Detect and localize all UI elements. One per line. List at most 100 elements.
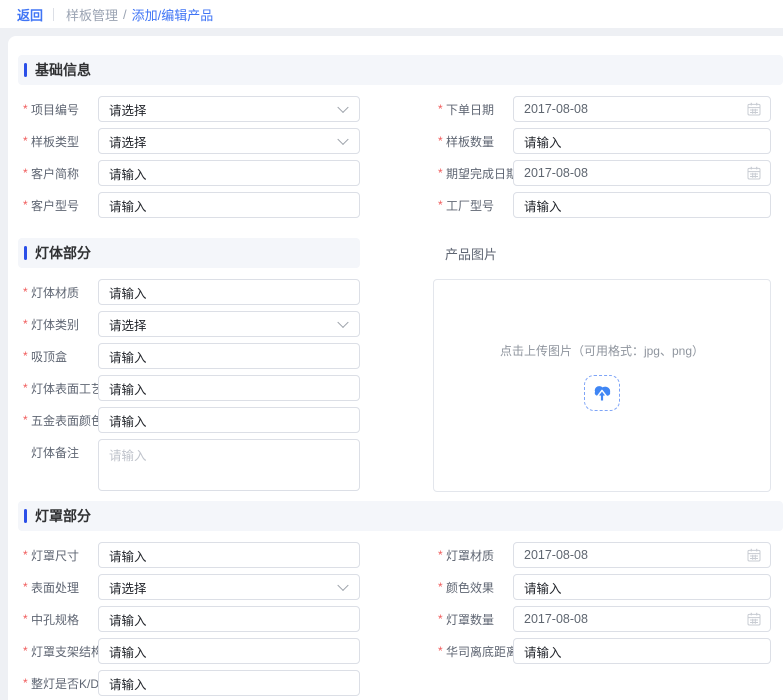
surface-treatment-field: * 表面处理 请选择	[18, 574, 360, 600]
project-code-label: * 项目编号	[18, 101, 98, 118]
shade-bracket-structure-input[interactable]: 请输入	[98, 638, 360, 664]
input-value: 请输入	[109, 350, 147, 365]
body-surface-process-input[interactable]: 请输入	[98, 375, 360, 401]
chevron-down-icon	[337, 579, 349, 592]
factory-model-field: * 工厂型号 请输入	[433, 192, 771, 218]
section-accent-bar	[24, 63, 27, 77]
hardware-surface-color-label: * 五金表面颜色	[18, 412, 103, 429]
section-accent-bar	[24, 509, 27, 523]
factory-model-label: * 工厂型号	[433, 197, 513, 214]
project-code-select[interactable]: 请选择	[98, 96, 360, 122]
expected-finish-date-label: * 期望完成日期	[433, 165, 518, 182]
surface-treatment-label: * 表面处理	[18, 579, 98, 596]
label-text: 客户型号	[31, 198, 80, 213]
body-material-input[interactable]: 请输入	[98, 279, 360, 305]
section-header-basic-info: 基础信息	[18, 55, 783, 85]
factory-model-input[interactable]: 请输入	[513, 192, 771, 218]
center-hole-spec-field: * 中孔规格 请输入	[18, 606, 360, 632]
washer-bottom-distance-label: * 华司离底距离	[433, 643, 518, 660]
shade-left-column: * 灯罩尺寸 请输入 * 表面处理 请选择 * 中孔规格 请输入 * 灯罩支架结…	[18, 542, 360, 700]
body-surface-process-field: * 灯体表面工艺 请输入	[18, 375, 360, 401]
required-asterisk: *	[438, 612, 443, 626]
product-image-upload[interactable]: 点击上传图片（可用格式：jpg、png）	[433, 279, 771, 492]
required-asterisk: *	[23, 102, 28, 116]
date-value: 2017-08-08	[524, 166, 588, 180]
sample-quantity-input[interactable]: 请输入	[513, 128, 771, 154]
sample-quantity-field: * 样板数量 请输入	[433, 128, 771, 154]
whole-lamp-kd-label: * 整灯是否K/D	[18, 675, 99, 692]
body-remark-label: 灯体备注	[18, 439, 98, 465]
shade-size-label: * 灯罩尺寸	[18, 547, 98, 564]
section-shade-body: * 灯罩尺寸 请输入 * 表面处理 请选择 * 中孔规格 请输入 * 灯罩支架结…	[18, 542, 771, 700]
label-text: 灯罩数量	[446, 612, 495, 627]
body-category-select[interactable]: 请选择	[98, 311, 360, 337]
top-bar: 返回 样板管理 / 添加/编辑产品	[0, 0, 783, 28]
label-text: 灯罩尺寸	[31, 548, 80, 563]
upload-button[interactable]	[584, 375, 620, 411]
breadcrumb-parent[interactable]: 样板管理	[66, 5, 118, 24]
customer-model-input[interactable]: 请输入	[98, 192, 360, 218]
select-value: 请选择	[109, 135, 147, 150]
color-effect-input[interactable]: 请输入	[513, 574, 771, 600]
shade-material-picker[interactable]: 2017-08-08	[513, 542, 771, 568]
label-text: 项目编号	[31, 102, 80, 117]
order-date-picker[interactable]: 2017-08-08	[513, 96, 771, 122]
shade-size-input[interactable]: 请输入	[98, 542, 360, 568]
back-button[interactable]: 返回	[17, 5, 43, 24]
required-asterisk: *	[438, 166, 443, 180]
label-text: 表面处理	[31, 580, 80, 595]
input-value: 请输入	[524, 199, 562, 214]
breadcrumb-separator: /	[123, 6, 127, 22]
required-asterisk: *	[23, 349, 28, 363]
shade-material-field: * 灯罩材质 2017-08-08	[433, 542, 771, 568]
hardware-surface-color-input[interactable]: 请输入	[98, 407, 360, 433]
label-text: 颜色效果	[446, 580, 495, 595]
sample-type-field: * 样板类型 请选择	[18, 128, 360, 154]
shade-size-field: * 灯罩尺寸 请输入	[18, 542, 360, 568]
washer-bottom-distance-input[interactable]: 请输入	[513, 638, 771, 664]
breadcrumb-current: 添加/编辑产品	[131, 7, 214, 23]
body-remark-field: 灯体备注 请输入	[18, 439, 360, 491]
customer-short-name-input[interactable]: 请输入	[98, 160, 360, 186]
label-text: 样板数量	[446, 134, 495, 149]
sample-type-label: * 样板类型	[18, 133, 98, 150]
input-value: 请输入	[109, 549, 147, 564]
ceiling-box-input[interactable]: 请输入	[98, 343, 360, 369]
input-value: 请输入	[109, 613, 147, 628]
upload-hint-text: 点击上传图片（可用格式：jpg、png）	[499, 344, 705, 358]
shade-quantity-picker[interactable]: 2017-08-08	[513, 606, 771, 632]
breadcrumb: 样板管理 / 添加/编辑产品	[66, 5, 213, 24]
whole-lamp-kd-input[interactable]: 请输入	[98, 670, 360, 696]
required-asterisk: *	[438, 580, 443, 594]
label-text: 中孔规格	[31, 612, 80, 627]
body-remark-textarea[interactable]: 请输入	[98, 439, 360, 491]
lamp-body-left-column: 灯体部分 * 灯体材质 请输入 * 灯体类别 请选择 * 吸顶盒 请输入 * 灯…	[18, 238, 360, 497]
order-date-field: * 下单日期 2017-08-08	[433, 96, 771, 122]
surface-treatment-select[interactable]: 请选择	[98, 574, 360, 600]
color-effect-label: * 颜色效果	[433, 579, 513, 596]
sample-type-select[interactable]: 请选择	[98, 128, 360, 154]
textarea-placeholder: 请输入	[109, 449, 147, 463]
calendar-icon	[747, 548, 761, 562]
select-value: 请选择	[109, 103, 147, 118]
required-asterisk: *	[23, 612, 28, 626]
required-asterisk: *	[438, 102, 443, 116]
expected-finish-date-picker[interactable]: 2017-08-08	[513, 160, 771, 186]
required-asterisk: *	[23, 644, 28, 658]
expected-finish-date-field: * 期望完成日期 2017-08-08	[433, 160, 771, 186]
calendar-icon	[747, 612, 761, 626]
label-text: 客户简称	[31, 166, 80, 181]
center-hole-spec-input[interactable]: 请输入	[98, 606, 360, 632]
topbar-divider	[53, 7, 55, 21]
date-value: 2017-08-08	[524, 102, 588, 116]
input-value: 请输入	[109, 382, 147, 397]
input-value: 请输入	[109, 414, 147, 429]
required-asterisk: *	[23, 134, 28, 148]
body-surface-process-label: * 灯体表面工艺	[18, 380, 103, 397]
basic-left-column: * 项目编号 请选择 * 样板类型 请选择 * 客户简称 请输入 * 客户型号 …	[18, 96, 360, 224]
section-lamp-body: 灯体部分 * 灯体材质 请输入 * 灯体类别 请选择 * 吸顶盒 请输入 * 灯…	[18, 238, 771, 497]
select-value: 请选择	[109, 318, 147, 333]
hardware-surface-color-field: * 五金表面颜色 请输入	[18, 407, 360, 433]
calendar-icon	[747, 166, 761, 180]
section-accent-bar	[24, 246, 27, 260]
